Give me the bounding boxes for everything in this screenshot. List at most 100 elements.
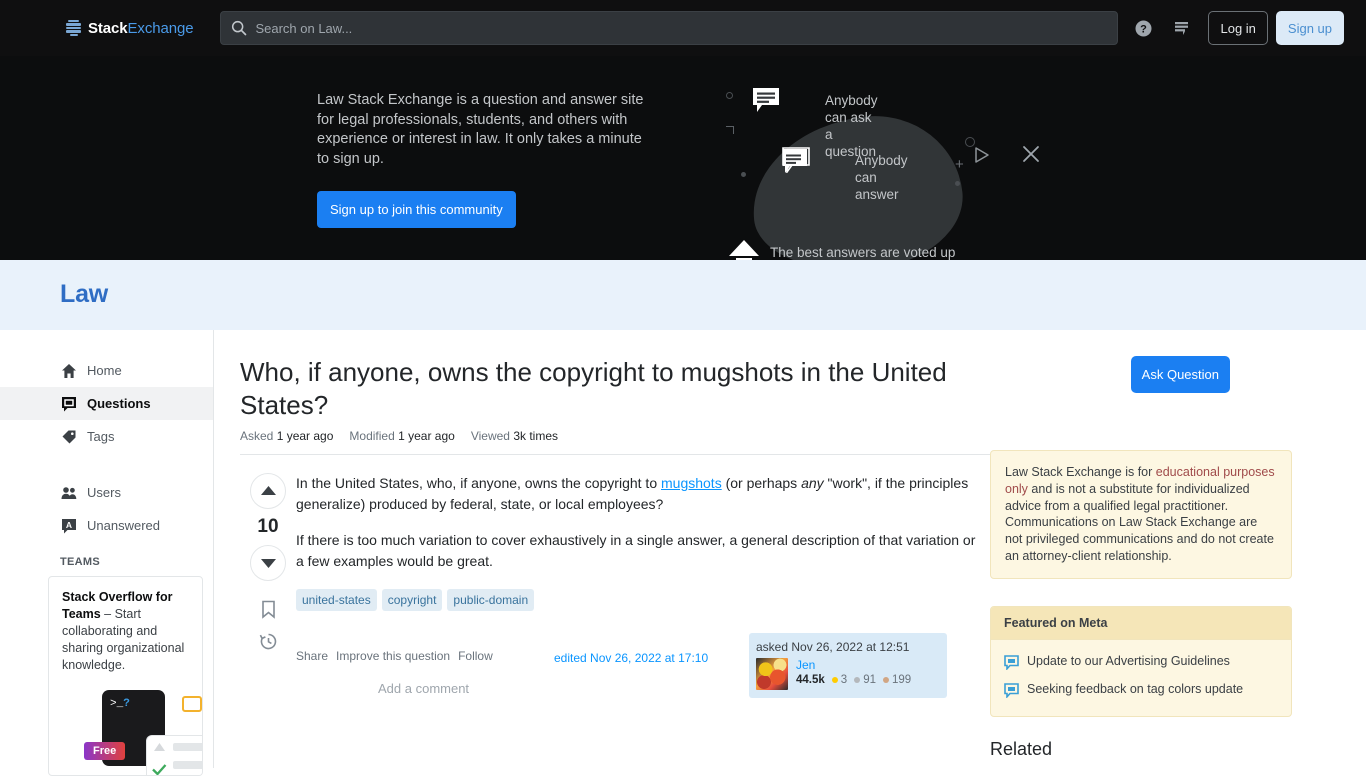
help-circle-icon: ? — [1135, 20, 1152, 36]
signup-button[interactable]: Sign up — [1275, 11, 1344, 45]
meta-list-item[interactable]: Update to our Advertising Guidelines — [1004, 648, 1278, 676]
featured-on-meta-box: Featured on Meta Update to our Advertisi… — [990, 605, 1292, 717]
question-paragraph-1: In the United States, who, if anyone, ow… — [296, 475, 969, 512]
speech-bubble-outline-icon — [782, 147, 810, 173]
sidebar-item-users[interactable]: Users — [0, 476, 213, 509]
meta-bubble-icon — [1004, 682, 1019, 698]
answer-card-illustration — [147, 736, 202, 775]
sidebar-item-home[interactable]: Home — [0, 354, 213, 387]
deco-dot-icon — [741, 172, 746, 177]
help-button[interactable]: ? — [1124, 10, 1162, 46]
stack-exchange-logo-icon — [66, 19, 81, 37]
sidebar-item-label: Tags — [87, 429, 115, 444]
question-actions: Share Improve this question Follow — [296, 649, 493, 663]
question-footer: Share Improve this question Follow edite… — [296, 633, 976, 698]
hero-description: Law Stack Exchange is a question and ans… — [317, 92, 644, 167]
stack-exchange-logo[interactable]: StackExchange — [62, 10, 197, 46]
silver-badge-count: 91 — [863, 674, 876, 686]
search-input[interactable] — [220, 11, 1119, 45]
history-clock-icon[interactable] — [259, 632, 278, 651]
featured-on-meta-header: Featured on Meta — [991, 606, 1291, 640]
speech-bubble-icon — [753, 88, 779, 112]
sidebar-item-unanswered[interactable]: A Unanswered — [0, 509, 213, 542]
hero-point-item: Anybody can answer — [782, 147, 908, 203]
meta-item-label: Update to our Advertising Guidelines — [1027, 653, 1230, 668]
search-container — [220, 11, 1119, 45]
asker-user-card: asked Nov 26, 2022 at 12:51 Jen 44.5k 3 … — [749, 633, 947, 698]
share-link[interactable]: Share — [296, 649, 328, 663]
teams-promo-card[interactable]: Stack Overflow for Teams – Start collabo… — [48, 576, 203, 776]
top-navigation-bar: StackExchange ? Log in Sign up — [0, 0, 1366, 56]
avatar[interactable] — [756, 658, 788, 690]
home-icon — [60, 362, 78, 380]
meta-list-item[interactable]: Seeking feedback on tag colors update — [1004, 676, 1278, 704]
related-section-header: Related — [990, 738, 1053, 759]
hero-text-block: Law Stack Exchange is a question and ans… — [317, 91, 657, 228]
nav-right-group: ? Log in Sign up — [1124, 10, 1344, 46]
site-title-law[interactable]: Law — [60, 280, 108, 309]
tag-united-states[interactable]: united-states — [296, 589, 377, 611]
check-icon — [152, 764, 167, 775]
page-title[interactable]: Who, if anyone, owns the copyright to mu… — [240, 356, 1032, 422]
inbox-button[interactable] — [1162, 10, 1200, 46]
hero-point-item: The best answers are voted up and rise t… — [726, 240, 966, 260]
close-x-icon[interactable] — [1021, 144, 1041, 164]
tag-copyright[interactable]: copyright — [381, 589, 443, 611]
downvote-button[interactable] — [250, 545, 286, 581]
question-post-body: In the United States, who, if anyone, ow… — [296, 473, 976, 698]
upvote-button[interactable] — [250, 473, 286, 509]
vote-cell: 10 — [240, 473, 296, 696]
sidebar-item-label: Questions — [87, 396, 151, 411]
meta-bubble-icon — [1004, 654, 1019, 670]
reputation-value: 44.5k — [796, 674, 825, 686]
bookmark-icon[interactable] — [260, 600, 277, 619]
left-sidebar: Home Questions Tags Users A Unanswered T… — [0, 330, 214, 776]
sidebar-item-questions[interactable]: Questions — [0, 387, 213, 420]
user-info: Jen 44.5k 3 91 199 — [796, 658, 911, 690]
user-name-link[interactable]: Jen — [796, 658, 911, 672]
vote-extra-actions — [259, 600, 278, 651]
login-button[interactable]: Log in — [1208, 11, 1268, 45]
hero-banner: + + Law Stack Exchange is a question and… — [0, 56, 1366, 260]
follow-link[interactable]: Follow — [458, 649, 493, 663]
edited-timestamp[interactable]: edited Nov 26, 2022 at 17:10 — [554, 651, 708, 665]
unanswered-a-icon: A — [60, 517, 78, 535]
legal-text-b: and is not a substitute for individualiz… — [1005, 481, 1274, 563]
teams-promo-text: Stack Overflow for Teams – Start collabo… — [62, 589, 189, 674]
users-icon — [60, 484, 78, 502]
deco-ring-icon — [726, 92, 733, 99]
vote-arrows-icon — [729, 240, 759, 260]
ask-question-button[interactable]: Ask Question — [1130, 356, 1230, 393]
hero-point-label: The best answers are voted up and rise t… — [770, 245, 956, 260]
deco-corner-icon — [726, 126, 734, 134]
mugshots-link[interactable]: mugshots — [661, 475, 722, 491]
hero-point-label: Anybody can answer — [855, 153, 908, 202]
tag-public-domain[interactable]: public-domain — [447, 589, 535, 611]
sidebar-item-label: Home — [87, 363, 122, 378]
sidebar-item-label: Unanswered — [87, 518, 160, 533]
stat-asked: Asked 1 year ago — [240, 429, 334, 443]
placeholder-line — [173, 743, 202, 751]
teams-promo-illustration: >_? Free — [62, 690, 202, 775]
asked-timestamp: asked Nov 26, 2022 at 12:51 — [756, 640, 910, 654]
featured-on-meta-list: Update to our Advertising Guidelines See… — [991, 640, 1291, 716]
stack-inbox-icon — [1174, 21, 1188, 35]
user-reputation-row: 44.5k 3 91 199 — [796, 674, 911, 686]
terminal-prompt: >_ — [110, 698, 124, 710]
question-bubble-icon — [60, 395, 78, 413]
right-sidebar: Law Stack Exchange is for educational pu… — [990, 450, 1292, 760]
play-triangle-icon[interactable] — [970, 144, 992, 166]
svg-text:?: ? — [1140, 23, 1147, 35]
yellow-bubble-icon — [182, 696, 202, 712]
sidebar-item-tags[interactable]: Tags — [0, 420, 213, 453]
free-badge: Free — [84, 742, 126, 760]
improve-question-link[interactable]: Improve this question — [336, 649, 450, 663]
arrow-up-icon — [260, 486, 276, 495]
bronze-badge-count: 199 — [891, 674, 912, 686]
gold-badge-count: 3 — [840, 674, 848, 686]
question-stats: Asked 1 year ago Modified 1 year ago Vie… — [240, 429, 1292, 443]
hero-signup-cta-button[interactable]: Sign up to join this community — [317, 191, 516, 228]
silver-badge-icon — [854, 677, 861, 683]
question-header: Who, if anyone, owns the copyright to mu… — [240, 356, 1292, 455]
stat-viewed: Viewed 3k times — [470, 429, 558, 443]
